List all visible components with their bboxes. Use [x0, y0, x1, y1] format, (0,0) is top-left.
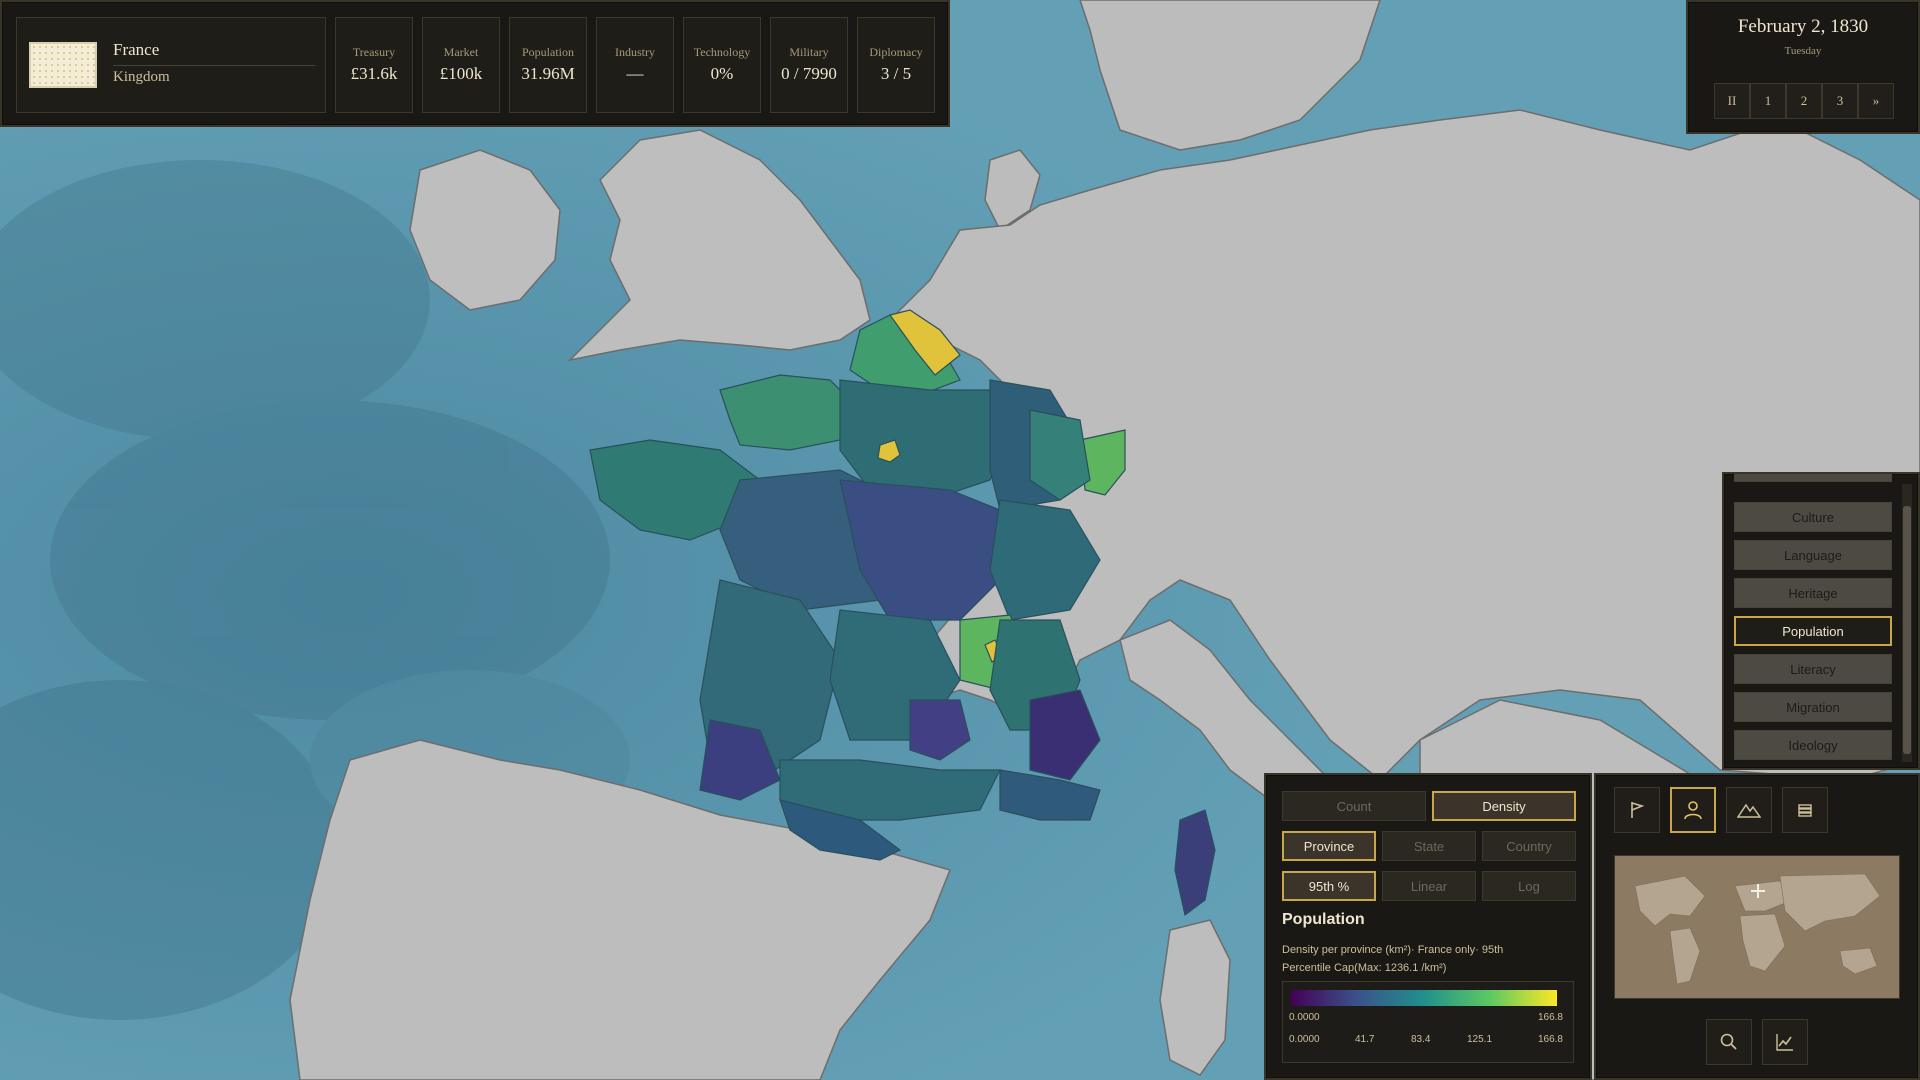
fast-forward-button[interactable]: »: [1858, 83, 1894, 119]
chart-icon: [1776, 1034, 1793, 1051]
pause-button[interactable]: II: [1714, 83, 1750, 119]
stat-value: £31.6k: [350, 64, 398, 83]
mapmode-language[interactable]: Language: [1734, 540, 1892, 570]
color-legend: 0.0000 166.8 0.0000 41.7 83.4 125.1 166.…: [1282, 981, 1574, 1063]
nation-card[interactable]: France Kingdom: [16, 17, 326, 113]
legend-tick: 166.8: [1537, 1034, 1563, 1045]
legend-gradient: [1291, 990, 1557, 1006]
mapmode-population[interactable]: Population: [1734, 616, 1892, 646]
count-button[interactable]: Count: [1282, 791, 1426, 821]
panel-title: Population: [1282, 911, 1365, 928]
stat-population[interactable]: Population 31.96M: [509, 17, 587, 113]
legend-tick: 83.4: [1411, 1034, 1431, 1045]
stat-value: —: [626, 64, 644, 83]
mapmode-heritage[interactable]: Heritage: [1734, 578, 1892, 608]
stat-value: 3 / 5: [880, 64, 912, 83]
date-panel: February 2, 1830 Tuesday II 1 2 3 »: [1686, 0, 1920, 134]
stat-market[interactable]: Market £100k: [422, 17, 500, 113]
legend-tick: 125.1: [1467, 1034, 1493, 1045]
minimap-world: [1634, 873, 1881, 985]
legend-max: 166.8: [1537, 1012, 1563, 1023]
top-bar: France Kingdom Treasury £31.6k Market £1…: [0, 0, 950, 127]
stat-value: 0 / 7990: [781, 64, 837, 83]
province-button[interactable]: Province: [1282, 831, 1376, 861]
population-mapmode-button[interactable]: [1670, 787, 1716, 833]
flag-icon: [29, 42, 97, 88]
mapmode-culture[interactable]: Culture: [1734, 502, 1892, 532]
stat-value: £100k: [439, 64, 483, 83]
mapmode-hidden-item[interactable]: [1734, 474, 1892, 482]
divider: [113, 65, 315, 66]
minimap[interactable]: [1614, 855, 1900, 999]
log-button[interactable]: Log: [1482, 871, 1576, 901]
scrollbar-thumb[interactable]: [1903, 506, 1911, 754]
state-button[interactable]: State: [1382, 831, 1476, 861]
stat-label: Market: [443, 45, 479, 59]
stat-diplomacy[interactable]: Diplomacy 3 / 5: [857, 17, 935, 113]
speed-1-button[interactable]: 1: [1750, 83, 1786, 119]
mapmode-ideology[interactable]: Ideology: [1734, 730, 1892, 760]
stat-military[interactable]: Military 0 / 7990: [770, 17, 848, 113]
terrain-mapmode-button[interactable]: [1726, 787, 1772, 833]
mountains-icon: [1737, 803, 1761, 818]
stat-industry[interactable]: Industry —: [596, 17, 674, 113]
stat-label: Technology: [693, 45, 751, 59]
flag-mapmode-button[interactable]: [1614, 787, 1660, 833]
stat-treasury[interactable]: Treasury £31.6k: [335, 17, 413, 113]
search-icon: [1720, 1033, 1737, 1050]
population-settings-panel: Count Density Province State Country 95t…: [1264, 773, 1592, 1080]
stack-icon: [1798, 804, 1812, 817]
density-button[interactable]: Density: [1432, 791, 1576, 821]
stat-label: Industry: [615, 45, 655, 59]
nation-name: France: [113, 40, 160, 59]
nation-government: Kingdom: [113, 69, 170, 85]
panel-description: Density per province (km²)· France only·…: [1282, 944, 1504, 974]
stat-label: Population: [521, 45, 574, 59]
speed-3-button[interactable]: 3: [1822, 83, 1858, 119]
statistics-button[interactable]: [1762, 1019, 1808, 1065]
tools-panel: [1594, 773, 1920, 1080]
mapmode-list: Culture Language Heritage Population Lit…: [1722, 472, 1920, 770]
stat-technology[interactable]: Technology 0%: [683, 17, 761, 113]
layers-mapmode-button[interactable]: [1782, 787, 1828, 833]
stat-label: Treasury: [352, 45, 396, 59]
mapmode-migration[interactable]: Migration: [1734, 692, 1892, 722]
legend-tick: 0.0000: [1289, 1034, 1320, 1045]
speed-2-button[interactable]: 2: [1786, 83, 1822, 119]
stat-value: 31.96M: [521, 64, 575, 83]
speed-controls: II 1 2 3 »: [1714, 83, 1894, 119]
stat-value: 0%: [710, 64, 734, 83]
percentile-95-button[interactable]: 95th %: [1282, 871, 1376, 901]
stat-label: Military: [789, 45, 829, 59]
country-button[interactable]: Country: [1482, 831, 1576, 861]
current-weekday: Tuesday: [1784, 45, 1822, 57]
province-lorraine[interactable]: [1029, 409, 1091, 501]
legend-min: 0.0000: [1289, 1012, 1320, 1023]
person-icon: [1684, 801, 1702, 820]
stat-label: Diplomacy: [869, 45, 923, 59]
mapmode-literacy[interactable]: Literacy: [1734, 654, 1892, 684]
current-date: February 2, 1830: [1737, 16, 1869, 37]
legend-tick: 41.7: [1355, 1034, 1375, 1045]
flag-icon: [1631, 802, 1645, 818]
linear-button[interactable]: Linear: [1382, 871, 1476, 901]
search-button[interactable]: [1706, 1019, 1752, 1065]
